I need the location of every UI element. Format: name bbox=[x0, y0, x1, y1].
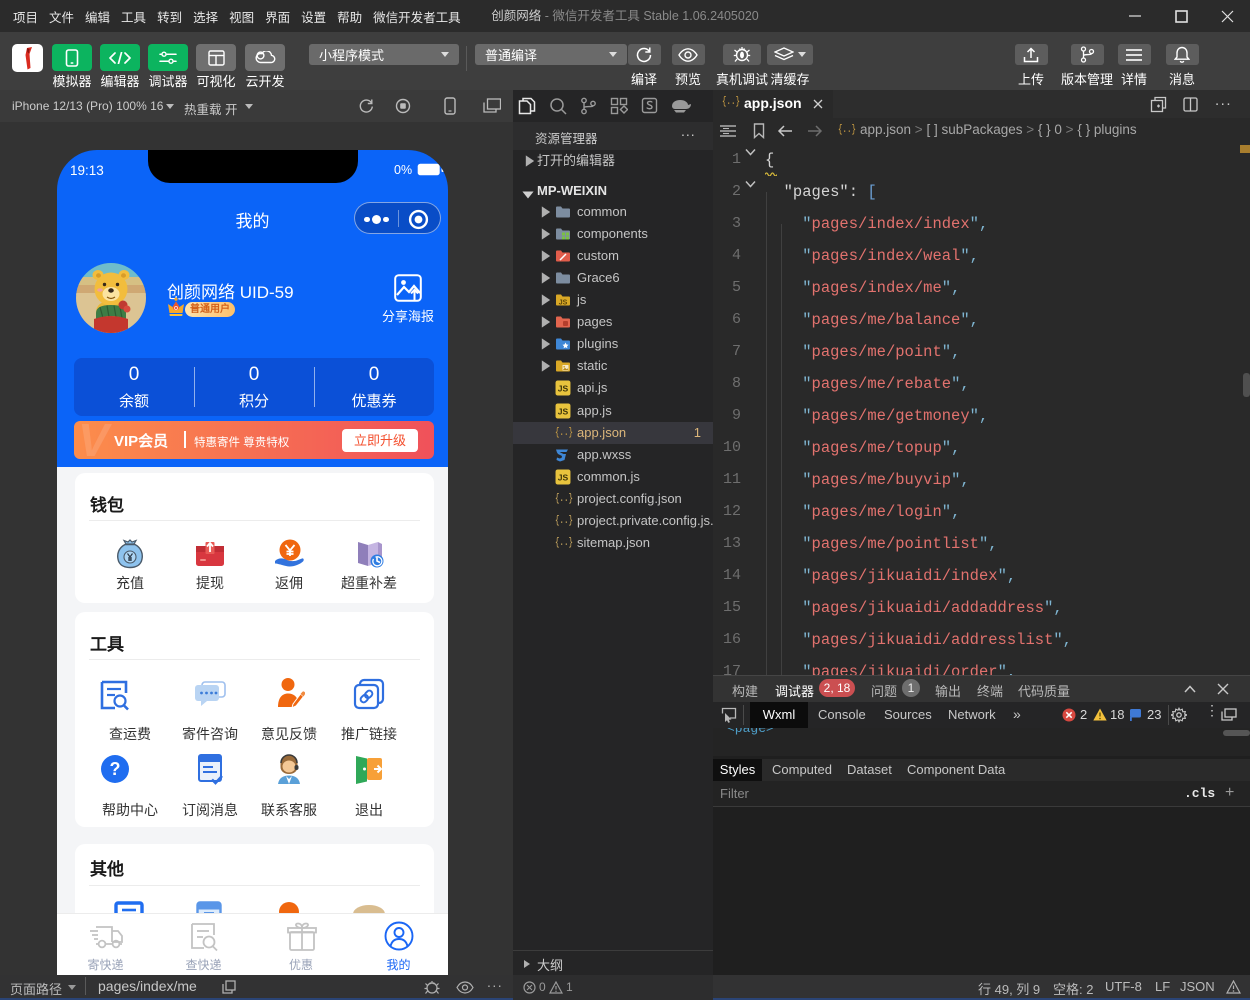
svg-text:JS: JS bbox=[558, 407, 569, 417]
svg-text:JS: JS bbox=[558, 473, 569, 483]
svg-text:JS: JS bbox=[558, 384, 569, 394]
svg-text:?: ? bbox=[110, 759, 121, 779]
svg-text:JS: JS bbox=[559, 300, 568, 307]
